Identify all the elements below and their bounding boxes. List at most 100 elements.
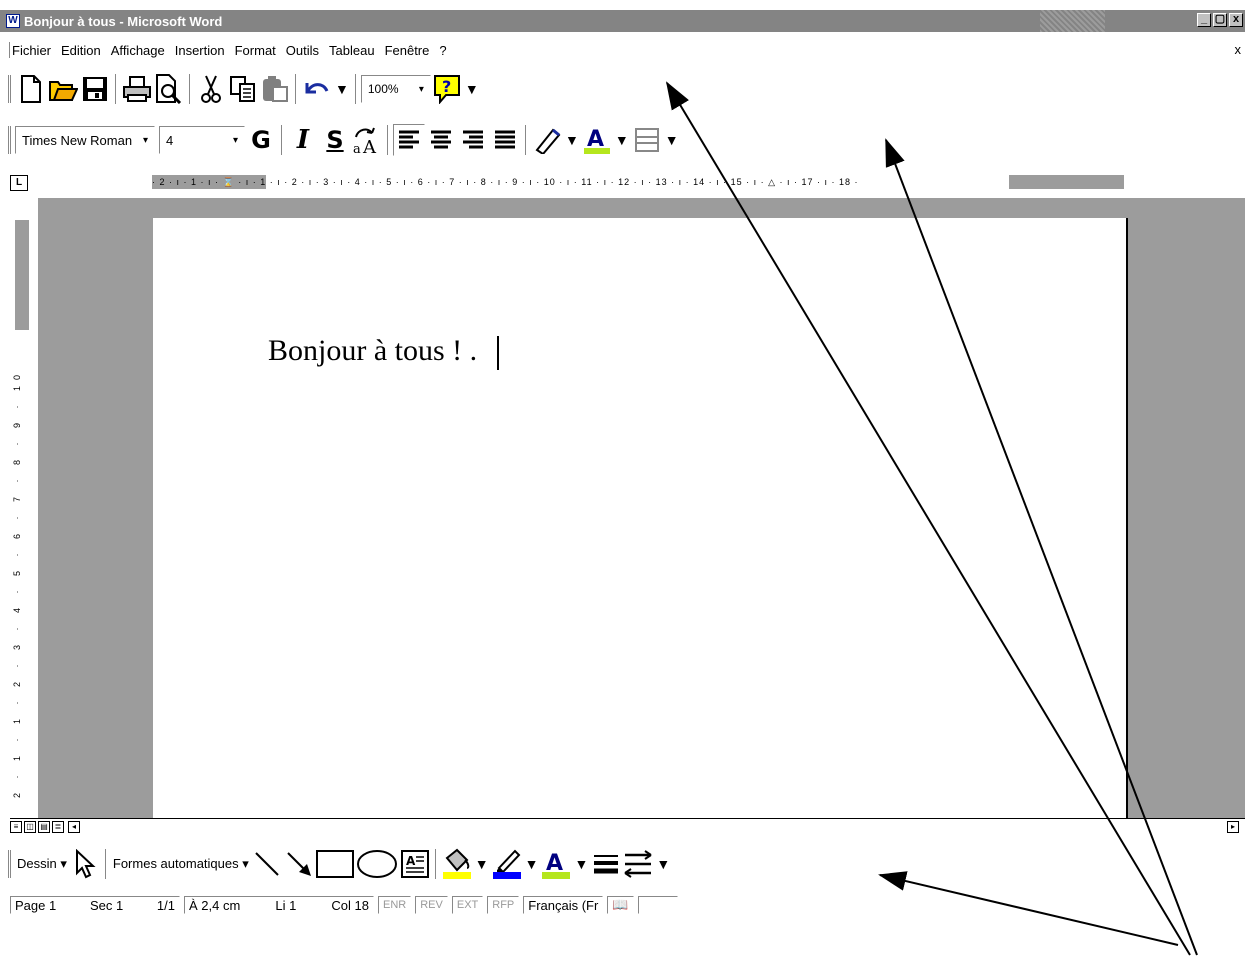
word-app-icon[interactable]: W: [6, 14, 20, 28]
zoom-select[interactable]: 100% ▾: [360, 75, 431, 103]
title-bar-gradient: [1040, 10, 1105, 32]
highlight-icon[interactable]: [531, 124, 563, 156]
drawing-options-icon[interactable]: ▼: [656, 856, 670, 872]
font-select[interactable]: Times New Roman ▾: [15, 126, 155, 154]
toolbar-grip[interactable]: [8, 75, 11, 103]
fill-color-dropdown-icon[interactable]: ▼: [475, 856, 489, 872]
title-bar: W Bonjour à tous - Microsoft Word _ ▢ x: [0, 10, 1245, 32]
vertical-ruler-scale: 2 · 1 · 1 · 2 · 3 · 4 · 5 · 6 · 7 · 8 · …: [12, 368, 22, 798]
toolbar-grip[interactable]: [8, 850, 11, 878]
window-title: Bonjour à tous - Microsoft Word: [24, 13, 223, 29]
toolbar-grip[interactable]: [8, 126, 11, 154]
standard-toolbar: ▼ 100% ▾ ? ▼: [0, 64, 481, 114]
menu-format[interactable]: Format: [235, 43, 276, 58]
status-language[interactable]: Français (Fr: [523, 896, 604, 914]
undo-dropdown-icon[interactable]: ▼: [335, 81, 349, 97]
ruler-scale: · 2 · ı · 1 · ı · ⌛ · ı · 1 · ı · 2 · ı …: [152, 177, 859, 187]
help-icon[interactable]: ?: [431, 73, 463, 105]
border-dropdown-icon[interactable]: ▼: [665, 132, 679, 148]
arrow-icon[interactable]: [283, 848, 315, 880]
status-rev[interactable]: REV: [415, 896, 448, 914]
line-style-icon[interactable]: [590, 848, 622, 880]
restore-button[interactable]: ▢: [1213, 13, 1227, 27]
border-icon[interactable]: [631, 124, 663, 156]
font-color-dropdown-icon[interactable]: ▼: [615, 132, 629, 148]
document-page[interactable]: Bonjour à tous ! .: [153, 218, 1128, 818]
fill-color-icon[interactable]: [441, 848, 473, 880]
menu-affichage[interactable]: Affichage: [111, 43, 165, 58]
menu-edition[interactable]: Edition: [61, 43, 101, 58]
doc-close-button[interactable]: x: [1235, 42, 1242, 57]
autoshapes-menu-button[interactable]: Formes automatiques ▾: [113, 856, 249, 872]
svg-text:a: a: [353, 142, 361, 155]
oval-icon[interactable]: [355, 848, 399, 880]
menu-fichier[interactable]: Fichier: [12, 43, 51, 58]
ruler-track[interactable]: · 2 · ı · 1 · ı · ⌛ · ı · 1 · ı · 2 · ı …: [152, 175, 1124, 189]
line-color-dropdown-icon[interactable]: ▼: [525, 856, 539, 872]
status-bar: Page 1 Sec 1 1/1 À 2,4 cm Li 1 Col 18 EN…: [10, 895, 682, 915]
status-empty: [637, 896, 678, 914]
italic-icon[interactable]: I: [287, 124, 319, 156]
copy-icon[interactable]: [227, 73, 259, 105]
scroll-left-icon[interactable]: ◂: [68, 821, 80, 833]
minimize-button[interactable]: _: [1197, 13, 1211, 27]
menu-tableau[interactable]: Tableau: [329, 43, 375, 58]
document-text[interactable]: Bonjour à tous ! .: [268, 334, 500, 371]
status-enr[interactable]: ENR: [378, 896, 412, 914]
close-button[interactable]: x: [1229, 13, 1243, 27]
text-box-icon[interactable]: A: [399, 848, 431, 880]
drawing-font-color-icon[interactable]: A: [540, 848, 572, 880]
justify-icon[interactable]: [489, 124, 521, 156]
menu-outils[interactable]: Outils: [286, 43, 319, 58]
drawing-toolbar: Dessin ▾ Formes automatiques ▾ A ▼ ▼ A ▼…: [0, 840, 672, 888]
menu-insertion[interactable]: Insertion: [175, 43, 225, 58]
arrow-style-icon[interactable]: [622, 848, 654, 880]
line-icon[interactable]: [251, 848, 283, 880]
bold-icon[interactable]: G: [245, 124, 277, 156]
horizontal-scrollbar[interactable]: ≡ ◫ ▤ ≣ ◂ ▸: [10, 818, 1245, 834]
print-icon[interactable]: [121, 73, 153, 105]
highlight-dropdown-icon[interactable]: ▼: [565, 132, 579, 148]
menu-grip: [8, 42, 10, 58]
scroll-right-icon[interactable]: ▸: [1227, 821, 1239, 833]
paste-icon[interactable]: [259, 73, 291, 105]
size-dropdown-icon[interactable]: ▾: [233, 135, 238, 146]
select-objects-icon[interactable]: [69, 848, 101, 880]
svg-text:A: A: [406, 854, 416, 868]
document-area: Bonjour à tous ! .: [38, 198, 1245, 818]
menu-help[interactable]: ?: [439, 43, 446, 58]
align-center-icon[interactable]: [425, 124, 457, 156]
save-icon[interactable]: [79, 73, 111, 105]
shrink-font-icon[interactable]: aA: [351, 124, 383, 156]
status-position[interactable]: À 2,4 cm Li 1 Col 18: [184, 896, 374, 914]
align-left-icon[interactable]: [393, 124, 425, 156]
rectangle-icon[interactable]: [315, 848, 355, 880]
normal-view-icon[interactable]: ≡: [10, 821, 22, 833]
status-page-info[interactable]: Page 1 Sec 1 1/1: [10, 896, 180, 914]
text-caret: [497, 336, 500, 371]
print-preview-icon[interactable]: [153, 73, 185, 105]
menu-fenetre[interactable]: Fenêtre: [385, 43, 430, 58]
zoom-dropdown-icon[interactable]: ▾: [419, 84, 424, 95]
font-color-icon[interactable]: A: [581, 124, 613, 156]
open-icon[interactable]: [47, 73, 79, 105]
align-right-icon[interactable]: [457, 124, 489, 156]
status-rfp[interactable]: RFP: [487, 896, 520, 914]
page-view-icon[interactable]: ▤: [38, 821, 50, 833]
line-color-icon[interactable]: [491, 848, 523, 880]
web-view-icon[interactable]: ◫: [24, 821, 36, 833]
drawing-font-color-dropdown-icon[interactable]: ▼: [574, 856, 588, 872]
font-size-select[interactable]: 4 ▾: [159, 126, 245, 154]
draw-menu-button[interactable]: Dessin ▾: [17, 856, 67, 872]
underline-icon[interactable]: S: [319, 124, 351, 156]
undo-icon[interactable]: [301, 73, 333, 105]
outline-view-icon[interactable]: ≣: [52, 821, 64, 833]
font-dropdown-icon[interactable]: ▾: [143, 135, 148, 146]
new-icon[interactable]: [15, 73, 47, 105]
book-icon[interactable]: 📖: [607, 896, 634, 914]
toolbar-options-icon[interactable]: ▼: [465, 81, 479, 97]
cut-icon[interactable]: [195, 73, 227, 105]
status-ext[interactable]: EXT: [451, 896, 484, 914]
tab-type-button[interactable]: L: [10, 175, 28, 191]
vertical-ruler: 2 · 1 · 1 · 2 · 3 · 4 · 5 · 6 · 7 · 8 · …: [10, 198, 32, 818]
